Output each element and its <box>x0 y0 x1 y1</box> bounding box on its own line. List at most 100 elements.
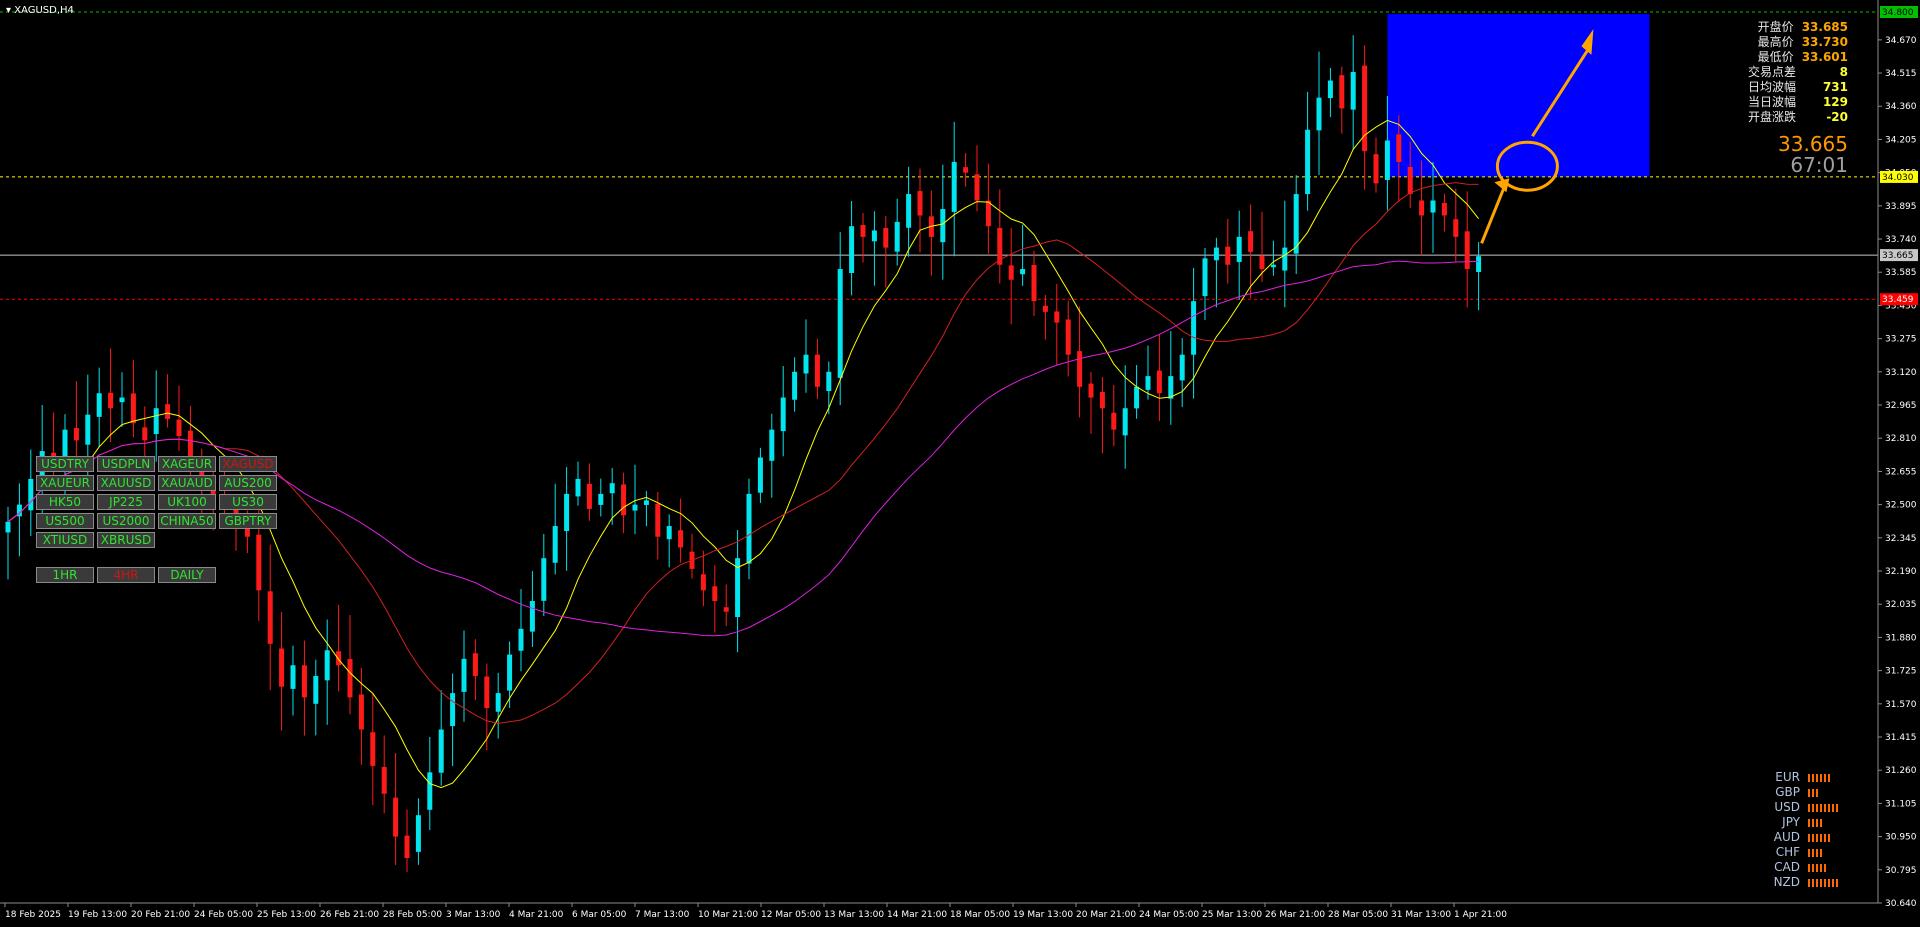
price-tick-label: 30.795 <box>1885 866 1917 876</box>
strength-bar <box>1836 878 1838 887</box>
symbol-button-china50[interactable]: CHINA50 <box>158 513 216 529</box>
strength-bars <box>1808 773 1848 782</box>
symbol-button-usdtry[interactable]: USDTRY <box>36 456 94 472</box>
currency-name: USD <box>1774 800 1800 814</box>
time-tick-label: 19 Feb 13:00 <box>68 910 127 920</box>
timeframe-button-1hr[interactable]: 1HR <box>36 567 94 583</box>
strength-bar <box>1808 803 1810 812</box>
currency-row: USD <box>1772 800 1848 815</box>
strength-bar <box>1832 803 1834 812</box>
symbol-button-xtiusd[interactable]: XTIUSD <box>36 532 94 548</box>
price-tag-label: 33.665 <box>1882 251 1914 261</box>
info-panel: 开盘价 33.685 最高价 33.730 最低价 33.601 交易点差 8 日均波幅 731 当… <box>1748 20 1848 125</box>
time-tick-label: 18 Mar 05:00 <box>950 910 1010 920</box>
price-tick-label: 32.965 <box>1885 401 1917 411</box>
price-tag-label: 34.800 <box>1882 8 1914 18</box>
strength-bar <box>1816 848 1818 857</box>
strength-bar <box>1820 848 1822 857</box>
info-row: 开盘价 33.685 <box>1748 20 1848 35</box>
strength-bar <box>1812 833 1814 842</box>
currency-row: EUR <box>1772 770 1848 785</box>
strength-bar <box>1808 848 1810 857</box>
symbol-button-xageur[interactable]: XAGEUR <box>158 456 216 472</box>
price-tick-label: 32.810 <box>1885 434 1917 444</box>
strength-bar <box>1820 878 1822 887</box>
time-tick-label: 28 Mar 05:00 <box>1328 910 1388 920</box>
symbol-button-gbptry[interactable]: GBPTRY <box>219 513 277 529</box>
strength-bar <box>1816 773 1818 782</box>
currency-row: AUD <box>1772 830 1848 845</box>
info-row: 日均波幅 731 <box>1748 80 1848 95</box>
symbol-button-xbrusd[interactable]: XBRUSD <box>97 532 155 548</box>
strength-bar <box>1836 803 1838 812</box>
time-tick-label: 26 Feb 21:00 <box>320 910 379 920</box>
time-tick-label: 24 Feb 05:00 <box>194 910 253 920</box>
strength-bar <box>1808 788 1810 797</box>
symbol-button-us30[interactable]: US30 <box>219 494 277 510</box>
price-chart[interactable]: 34.67034.51534.36034.20534.05033.89533.7… <box>0 0 1920 927</box>
symbol-timeframe-label: XAGUSD,H4 <box>14 5 74 16</box>
strength-bars <box>1808 818 1848 827</box>
symbol-button-xaueur[interactable]: XAUEUR <box>36 475 94 491</box>
strength-bar <box>1820 818 1822 827</box>
strength-bar <box>1812 773 1814 782</box>
info-label: 最低价 <box>1757 50 1794 64</box>
price-tick-label: 31.880 <box>1885 633 1917 643</box>
strength-bar <box>1828 773 1830 782</box>
symbol-button-xagusd[interactable]: XAGUSD <box>219 456 277 472</box>
price-tick-label: 30.640 <box>1885 899 1917 909</box>
strength-bars <box>1808 803 1848 812</box>
time-tick-label: 18 Feb 2025 <box>5 910 61 920</box>
strength-bar <box>1824 773 1826 782</box>
symbol-button-us500[interactable]: US500 <box>36 513 94 529</box>
time-tick-label: 25 Mar 13:00 <box>1202 910 1262 920</box>
info-value: 33.730 <box>1801 35 1848 49</box>
currency-row: JPY <box>1772 815 1848 830</box>
time-tick-label: 28 Feb 05:00 <box>383 910 442 920</box>
timeframe-button-daily[interactable]: DAILY <box>158 567 216 583</box>
strength-bar <box>1828 803 1830 812</box>
collapse-icon[interactable]: ▾ <box>6 5 11 16</box>
symbol-button-jp225[interactable]: JP225 <box>97 494 155 510</box>
strength-bar <box>1828 878 1830 887</box>
strength-bar <box>1820 773 1822 782</box>
currency-row: CAD <box>1772 860 1848 875</box>
strength-bar <box>1808 863 1810 872</box>
currency-name: AUD <box>1773 830 1800 844</box>
time-tick-label: 3 Mar 13:00 <box>446 910 501 920</box>
info-value: 33.601 <box>1801 50 1848 64</box>
symbol-button-us2000[interactable]: US2000 <box>97 513 155 529</box>
price-tick-label: 32.345 <box>1885 534 1917 544</box>
price-tick-label: 31.260 <box>1885 766 1917 776</box>
strength-bar <box>1816 878 1818 887</box>
symbol-button-hk50[interactable]: HK50 <box>36 494 94 510</box>
strength-bars <box>1808 863 1848 872</box>
chart-symbol-title: ▾ XAGUSD,H4 <box>6 5 74 16</box>
symbol-button-xauaud[interactable]: XAUAUD <box>158 475 216 491</box>
price-tick-label: 31.105 <box>1885 799 1917 809</box>
price-tick-label: 33.275 <box>1885 335 1917 345</box>
time-tick-label: 7 Mar 13:00 <box>635 910 690 920</box>
symbol-button-aus200[interactable]: AUS200 <box>219 475 277 491</box>
price-tick-label: 33.585 <box>1885 268 1917 278</box>
price-tick-label: 33.740 <box>1885 235 1917 245</box>
symbol-button-uk100[interactable]: UK100 <box>158 494 216 510</box>
strength-bar <box>1816 833 1818 842</box>
strength-bar <box>1812 878 1814 887</box>
symbol-button-usdpln[interactable]: USDPLN <box>97 456 155 472</box>
symbol-button-xauusd[interactable]: XAUUSD <box>97 475 155 491</box>
strength-bar <box>1824 833 1826 842</box>
strength-bar <box>1812 863 1814 872</box>
strength-bars <box>1808 878 1848 887</box>
info-value: 8 <box>1839 65 1848 79</box>
price-tick-label: 32.190 <box>1885 567 1917 577</box>
strength-bar <box>1824 803 1826 812</box>
strength-bar <box>1824 863 1826 872</box>
time-tick-label: 24 Mar 05:00 <box>1139 910 1199 920</box>
price-tick-label: 30.950 <box>1885 833 1917 843</box>
timeframe-button-4hr[interactable]: 4HR <box>97 567 155 583</box>
strength-bar <box>1816 803 1818 812</box>
target-zone-box <box>1387 14 1650 177</box>
currency-row: GBP <box>1772 785 1848 800</box>
currency-row: CHF <box>1772 845 1848 860</box>
